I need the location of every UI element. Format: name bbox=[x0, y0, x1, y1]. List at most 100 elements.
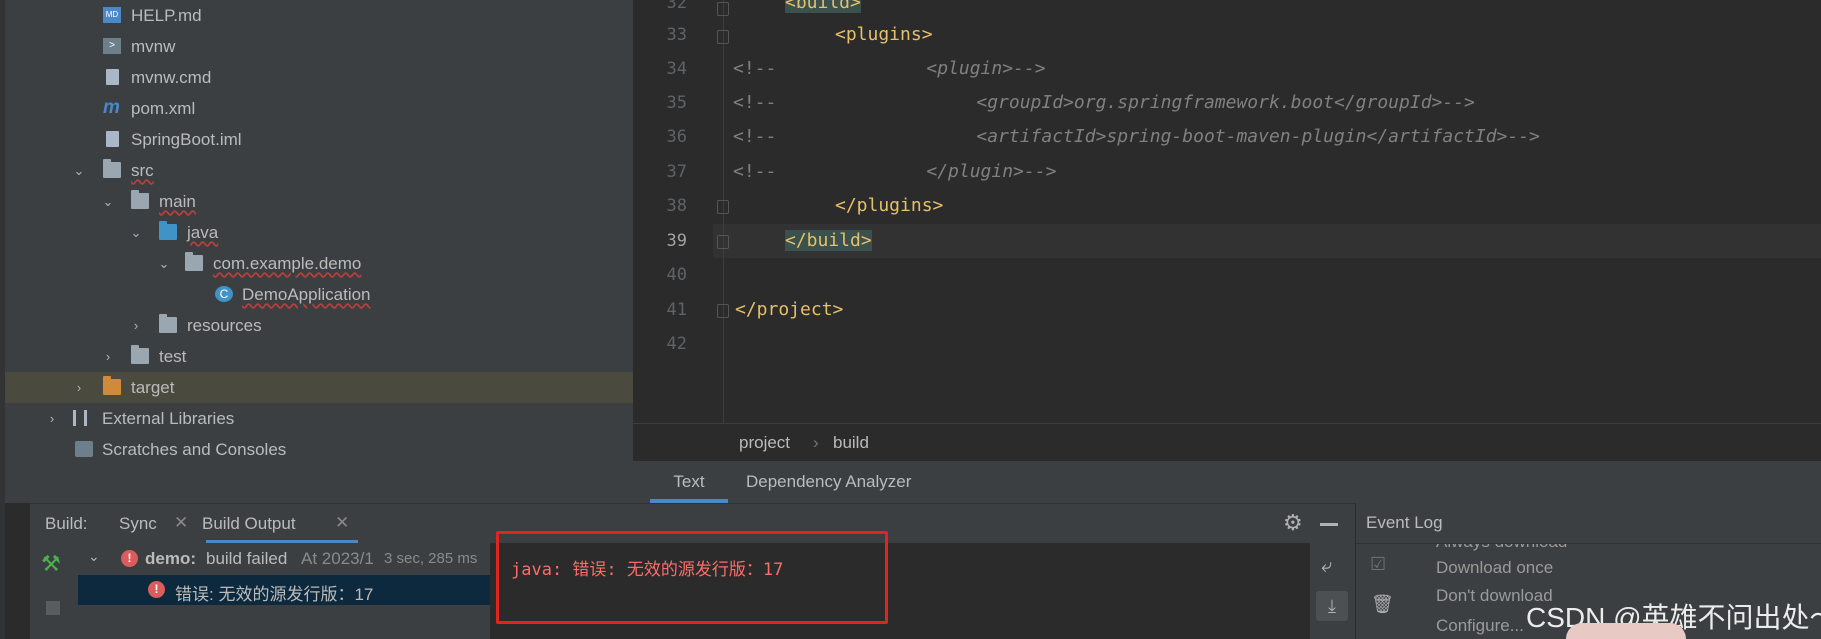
chevron-down-icon[interactable]: ⌄ bbox=[101, 186, 115, 217]
code-line-32: <build> bbox=[785, 0, 861, 13]
folder-icon bbox=[131, 190, 149, 209]
code-line-33: <plugins> bbox=[835, 24, 933, 45]
line-number-gutter: 32 33 34 35 36 37 38 39 40 41 42 bbox=[633, 0, 713, 423]
tree-item-scratches[interactable]: Scratches and Consoles bbox=[5, 434, 633, 465]
line-number: 40 bbox=[666, 265, 687, 285]
code-line-35: <!-- <groupId>org.springframework.boot</g… bbox=[733, 92, 1475, 113]
fold-marker-icon[interactable] bbox=[717, 235, 729, 249]
event-log-title: Event Log bbox=[1366, 513, 1443, 532]
package-icon bbox=[185, 252, 203, 271]
code-line-34: <!-- <plugin>--> bbox=[733, 58, 1046, 79]
library-icon bbox=[73, 410, 87, 426]
folder-icon bbox=[103, 159, 121, 178]
tree-item-com-example-demo[interactable]: ⌄ com.example.demo bbox=[5, 248, 633, 279]
sticker-decoration bbox=[1566, 623, 1686, 639]
fold-marker-icon[interactable] bbox=[717, 30, 729, 44]
fold-marker-icon[interactable] bbox=[717, 2, 729, 16]
trash-icon[interactable]: 🗑 bbox=[1371, 594, 1394, 615]
line-number: 36 bbox=[666, 127, 687, 147]
build-tree-root[interactable]: ⌄ ! demo: build failed At 2023/1 3 sec, … bbox=[78, 543, 490, 574]
chevron-down-icon[interactable]: ⌄ bbox=[129, 217, 143, 248]
chevron-right-icon[interactable]: › bbox=[101, 341, 115, 372]
tab-sync[interactable]: Sync bbox=[119, 514, 157, 534]
tree-item-demoapplication[interactable]: C DemoApplication bbox=[5, 279, 633, 310]
source-folder-icon bbox=[159, 221, 177, 240]
build-title: Build: bbox=[45, 514, 88, 533]
resources-folder-icon bbox=[159, 314, 177, 333]
code-line-41: </project> bbox=[735, 299, 844, 320]
hammer-icon[interactable]: ⚒ bbox=[41, 551, 61, 577]
error-icon: ! bbox=[121, 550, 138, 567]
line-number: 39 bbox=[666, 231, 687, 251]
build-results-tree: ⌄ ! demo: build failed At 2023/1 3 sec, … bbox=[78, 543, 490, 639]
breadcrumb-separator: › bbox=[813, 433, 819, 452]
line-number: 37 bbox=[666, 162, 687, 182]
line-number: 34 bbox=[666, 59, 687, 79]
scroll-to-end-icon[interactable]: ⤓ bbox=[1316, 591, 1348, 621]
console-toolbar: ⤶ ⤓ bbox=[1310, 543, 1355, 639]
tab-dependency-analyzer[interactable]: Dependency Analyzer bbox=[746, 461, 911, 503]
fold-marker-icon[interactable] bbox=[717, 304, 729, 318]
tree-item-mvnw[interactable]: > mvnw bbox=[5, 31, 633, 62]
maven-icon: m bbox=[103, 97, 120, 118]
error-icon: ! bbox=[148, 581, 165, 598]
fold-marker-icon[interactable] bbox=[717, 200, 729, 214]
code-line-38: </plugins> bbox=[835, 195, 944, 216]
build-side-toolbar: ⚒ bbox=[30, 543, 78, 639]
soft-wrap-icon[interactable]: ⤶ bbox=[1321, 555, 1332, 578]
chevron-right-icon[interactable]: › bbox=[129, 310, 143, 341]
mark-read-icon[interactable]: ☑ bbox=[1370, 554, 1386, 575]
tree-item-main[interactable]: ⌄ main bbox=[5, 186, 633, 217]
line-number: 35 bbox=[666, 93, 687, 113]
tab-build-output[interactable]: Build Output bbox=[202, 514, 296, 534]
event-link[interactable]: Always download bbox=[1436, 544, 1567, 552]
chevron-down-icon[interactable]: ⌄ bbox=[72, 155, 86, 186]
chevron-down-icon[interactable]: ⌄ bbox=[157, 248, 171, 279]
tree-item-springboot-iml[interactable]: SpringBoot.iml bbox=[5, 124, 633, 155]
tree-item-resources[interactable]: › resources bbox=[5, 310, 633, 341]
code-line-37: <!-- </plugin>--> bbox=[733, 161, 1057, 182]
editor-view-tabs: Text Dependency Analyzer bbox=[633, 461, 1821, 503]
chevron-down-icon[interactable]: ⌄ bbox=[88, 548, 100, 565]
tree-item-pom-xml[interactable]: m pom.xml bbox=[5, 93, 633, 124]
annotation-red-box bbox=[496, 531, 888, 624]
event-link[interactable]: Download once bbox=[1436, 558, 1553, 578]
chevron-right-icon[interactable]: › bbox=[45, 403, 59, 434]
close-icon[interactable]: ✕ bbox=[335, 513, 349, 533]
line-number: 41 bbox=[666, 300, 687, 320]
event-link[interactable]: Configure... bbox=[1436, 616, 1524, 636]
excluded-folder-icon bbox=[103, 376, 121, 395]
code-line-36: <!-- <artifactId>spring-boot-maven-plugin… bbox=[733, 126, 1540, 147]
scratch-icon bbox=[75, 441, 93, 457]
code-editor[interactable]: 32 33 34 35 36 37 38 39 40 41 42 <build>… bbox=[633, 0, 1821, 423]
tree-item-test[interactable]: › test bbox=[5, 341, 633, 372]
stop-icon[interactable] bbox=[46, 601, 60, 615]
line-number: 42 bbox=[666, 334, 687, 354]
breadcrumb: project › build bbox=[633, 423, 1821, 462]
spring-class-icon: C bbox=[215, 286, 233, 302]
project-tree: MD HELP.md > mvnw mvnw.cmd m pom.xml Spr… bbox=[0, 0, 633, 639]
line-number: 32 bbox=[666, 0, 687, 13]
close-icon[interactable]: ✕ bbox=[174, 513, 188, 533]
tree-item-src[interactable]: ⌄ src bbox=[5, 155, 633, 186]
markdown-file-icon: MD bbox=[103, 7, 121, 23]
tree-item-java[interactable]: ⌄ java bbox=[5, 217, 633, 248]
chevron-right-icon[interactable]: › bbox=[72, 372, 86, 403]
minimize-icon[interactable] bbox=[1320, 523, 1338, 526]
event-log-toolbar: ☑ 🗑 bbox=[1356, 544, 1405, 639]
event-log-panel: Event Log ☑ 🗑 Always download Download o… bbox=[1355, 503, 1821, 639]
tree-item-target[interactable]: › target bbox=[5, 372, 633, 403]
line-number: 33 bbox=[666, 25, 687, 45]
shell-script-icon: > bbox=[103, 38, 121, 54]
text-file-icon bbox=[106, 69, 119, 85]
tree-item-mvnw-cmd[interactable]: mvnw.cmd bbox=[5, 62, 633, 93]
tree-item-help-md[interactable]: MD HELP.md bbox=[5, 0, 633, 31]
gear-icon[interactable]: ⚙ bbox=[1283, 510, 1303, 536]
current-line-highlight bbox=[713, 224, 1821, 258]
code-line-39: </build> bbox=[785, 230, 872, 251]
build-tree-error-item[interactable]: ! 错误: 无效的源发行版：17 bbox=[78, 575, 490, 605]
tree-item-external-libraries[interactable]: › External Libraries bbox=[5, 403, 633, 434]
tab-text[interactable]: Text bbox=[650, 461, 728, 503]
breadcrumb-item-build[interactable]: build bbox=[833, 433, 869, 453]
breadcrumb-item-project[interactable]: project bbox=[739, 433, 790, 453]
